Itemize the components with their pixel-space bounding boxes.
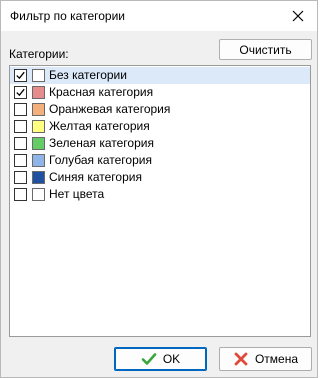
list-item[interactable]: Синяя категория bbox=[10, 169, 310, 186]
close-icon bbox=[292, 10, 304, 22]
list-item[interactable]: Нет цвета bbox=[10, 186, 310, 203]
cross-icon bbox=[234, 352, 248, 366]
category-checkbox[interactable] bbox=[14, 154, 27, 167]
list-item[interactable]: Голубая категория bbox=[10, 152, 310, 169]
list-item[interactable]: Оранжевая категория bbox=[10, 101, 310, 118]
category-checkbox[interactable] bbox=[14, 188, 27, 201]
list-item[interactable]: Красная категория bbox=[10, 84, 310, 101]
category-label: Желтая категория bbox=[49, 119, 150, 133]
category-checkbox[interactable] bbox=[14, 103, 27, 116]
ok-button[interactable]: OK bbox=[114, 347, 207, 371]
list-item[interactable]: Зеленая категория bbox=[10, 135, 310, 152]
color-swatch bbox=[32, 103, 45, 116]
category-filter-dialog: Фильтр по категории Категории: Очистить … bbox=[0, 0, 318, 378]
list-item[interactable]: Без категории bbox=[10, 67, 310, 84]
category-label: Нет цвета bbox=[49, 187, 105, 201]
close-button[interactable] bbox=[279, 1, 317, 31]
categories-label: Категории: bbox=[9, 47, 69, 61]
category-label: Без категории bbox=[49, 68, 127, 82]
list-item[interactable]: Желтая категория bbox=[10, 118, 310, 135]
color-swatch bbox=[32, 137, 45, 150]
category-checkbox[interactable] bbox=[14, 171, 27, 184]
category-label: Красная категория bbox=[49, 85, 154, 99]
checkmark-icon bbox=[16, 71, 25, 80]
color-swatch bbox=[32, 154, 45, 167]
category-checkbox[interactable] bbox=[14, 120, 27, 133]
check-icon bbox=[141, 353, 157, 365]
color-swatch bbox=[32, 171, 45, 184]
checkmark-icon bbox=[16, 88, 25, 97]
category-label: Синяя категория bbox=[49, 170, 142, 184]
color-swatch bbox=[32, 188, 45, 201]
category-checkbox[interactable] bbox=[14, 137, 27, 150]
category-label: Зеленая категория bbox=[49, 136, 154, 150]
cancel-label: Отмена bbox=[254, 352, 299, 366]
cancel-button[interactable]: Отмена bbox=[219, 347, 312, 371]
category-checkbox[interactable] bbox=[14, 69, 27, 82]
category-checkbox[interactable] bbox=[14, 86, 27, 99]
window-title: Фильтр по категории bbox=[10, 9, 125, 23]
color-swatch bbox=[32, 86, 45, 99]
title-bar: Фильтр по категории bbox=[1, 1, 317, 31]
category-label: Голубая категория bbox=[49, 153, 152, 167]
ok-label: OK bbox=[162, 352, 181, 366]
color-swatch bbox=[32, 69, 45, 82]
clear-button[interactable]: Очистить bbox=[219, 39, 312, 60]
category-label: Оранжевая категория bbox=[49, 102, 171, 116]
color-swatch bbox=[32, 120, 45, 133]
category-list[interactable]: Без категории Красная категория Оранжевая … bbox=[9, 65, 311, 337]
